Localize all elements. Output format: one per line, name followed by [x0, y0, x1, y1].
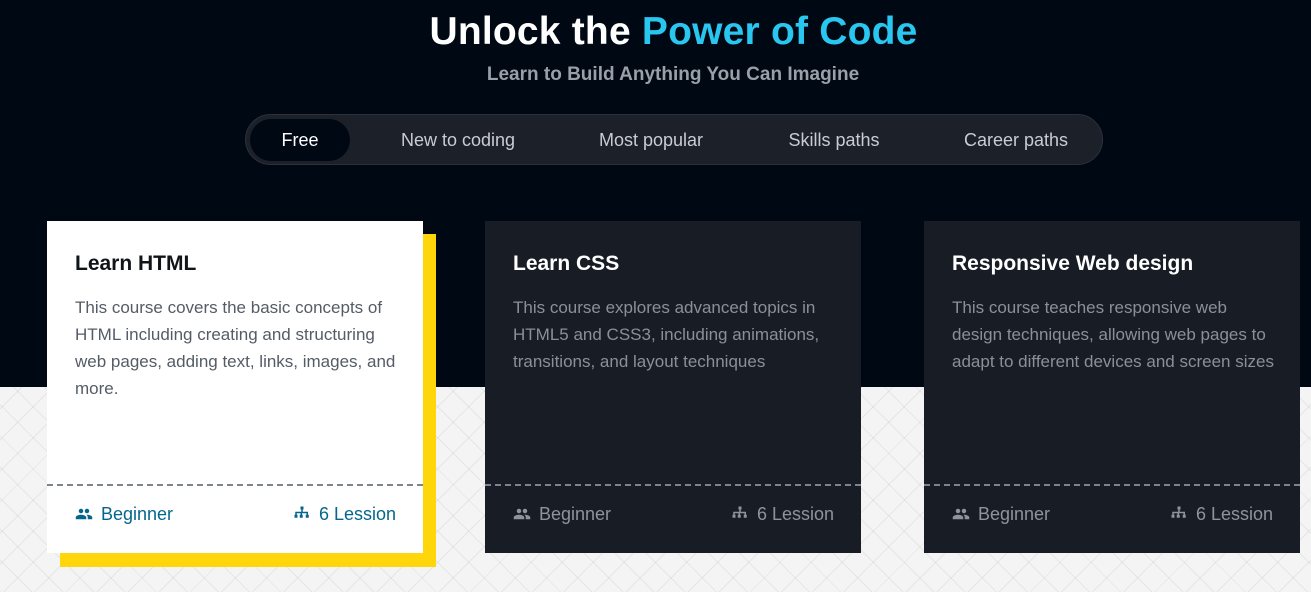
course-description: This course covers the basic concepts of…	[75, 298, 396, 398]
tab-skills-paths[interactable]: Skills paths	[766, 119, 902, 161]
course-level-label: Beginner	[978, 504, 1051, 524]
course-level-label: Beginner	[101, 504, 174, 524]
course-lessons-label: 6 Lession	[756, 504, 834, 524]
course-card-html[interactable]: Learn HTML This course covers the basic …	[47, 221, 423, 553]
tab-new-to-coding[interactable]: New to coding	[376, 119, 540, 161]
card-divider	[485, 484, 861, 486]
hero-title: Unlock the Power of Code	[0, 10, 1311, 54]
course-lessons-label: 6 Lession	[318, 504, 396, 524]
course-lessons-label: 6 Lession	[1195, 504, 1273, 524]
tab-free[interactable]: Free	[250, 119, 350, 161]
course-description: This course explores advanced topics in …	[513, 298, 820, 371]
hero-title-plain: Unlock the	[429, 10, 631, 53]
course-lessons: 6 Lession	[293, 503, 396, 525]
course-title: Responsive Web design	[952, 252, 1194, 275]
users-icon	[952, 505, 970, 523]
sitemap-icon	[293, 505, 311, 523]
course-level: Beginner	[513, 503, 611, 525]
category-tabs: Free New to coding Most popular Skills p…	[245, 114, 1103, 165]
course-lessons: 6 Lession	[1170, 503, 1273, 525]
card-divider	[924, 484, 1300, 486]
sitemap-icon	[731, 505, 749, 523]
hero-subtitle: Learn to Build Anything You Can Imagine	[486, 64, 860, 85]
course-title: Learn CSS	[513, 252, 620, 275]
users-icon	[75, 505, 93, 523]
tab-career-paths[interactable]: Career paths	[942, 119, 1090, 161]
course-title: Learn HTML	[75, 252, 197, 275]
sitemap-icon	[1170, 505, 1188, 523]
course-level-label: Beginner	[539, 504, 612, 524]
tab-most-popular[interactable]: Most popular	[576, 119, 726, 161]
hero-title-accent: Power of Code	[641, 10, 918, 53]
course-description: This course teaches responsive web desig…	[952, 298, 1274, 371]
course-card-css[interactable]: Learn CSS This course explores advanced …	[485, 221, 861, 553]
course-card-responsive[interactable]: Responsive Web design This course teache…	[924, 221, 1300, 553]
course-level: Beginner	[952, 503, 1050, 525]
card-divider	[47, 484, 423, 486]
course-level: Beginner	[75, 503, 173, 525]
users-icon	[513, 505, 531, 523]
course-lessons: 6 Lession	[731, 503, 834, 525]
